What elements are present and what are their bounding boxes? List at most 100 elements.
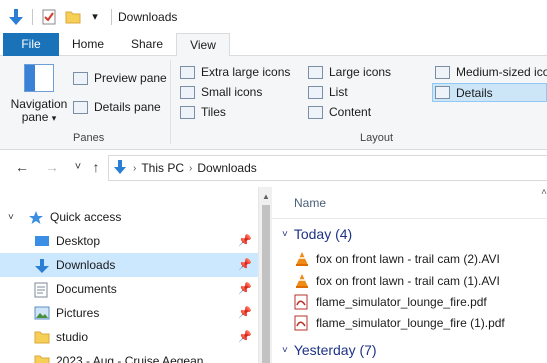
- file-row[interactable]: fox on front lawn - trail cam (2).AVI: [294, 248, 547, 269]
- navigation-pane-label-2: pane: [21, 110, 49, 124]
- group-label-panes: Panes: [73, 132, 105, 144]
- up-icon[interactable]: ↑: [88, 159, 104, 175]
- extra-large-icons-icon: [180, 65, 195, 79]
- nav-label: Documents: [56, 282, 117, 296]
- preview-pane-icon: [73, 71, 88, 85]
- nav-item-studio[interactable]: studio 📌: [0, 325, 258, 349]
- small-icons-icon: [180, 85, 195, 99]
- nav-label: 2023 - Aug - Cruise Aegean: [56, 354, 204, 363]
- chevron-right-icon[interactable]: ›: [133, 163, 136, 174]
- list-icon: [308, 85, 323, 99]
- file-name: flame_simulator_lounge_fire.pdf: [316, 294, 487, 309]
- nav-item-downloads[interactable]: Downloads 📌: [0, 253, 258, 277]
- nav-label-quick-access: Quick access: [50, 210, 122, 224]
- pin-icon[interactable]: 📌: [238, 306, 252, 319]
- nav-item-cruise[interactable]: 2023 - Aug - Cruise Aegean: [0, 349, 258, 363]
- content-button[interactable]: Content: [308, 105, 371, 119]
- tab-file[interactable]: File: [3, 33, 59, 56]
- address-row: ← → ˅ ↑ › This PC › Downloads: [0, 150, 547, 187]
- properties-icon[interactable]: [39, 7, 59, 27]
- address-bar[interactable]: › This PC › Downloads: [108, 155, 547, 181]
- pdf-icon: [294, 294, 310, 310]
- pin-icon[interactable]: 📌: [238, 282, 252, 295]
- window-title: Downloads: [118, 9, 178, 24]
- nav-item-quick-access[interactable]: ˅ Quick access: [0, 205, 258, 229]
- ribbon: Navigation pane ▾ Preview pane Details p…: [0, 56, 547, 150]
- desktop-icon: [34, 234, 50, 248]
- recent-locations-icon[interactable]: ˅: [70, 159, 86, 175]
- details-view-label: Details: [456, 85, 493, 100]
- file-row[interactable]: flame_simulator_lounge_fire.pdf: [294, 291, 547, 312]
- details-pane-label: Details pane: [94, 100, 161, 114]
- vlc-icon: [294, 273, 310, 289]
- column-header-name[interactable]: Name: [294, 196, 326, 210]
- file-name: fox on front lawn - trail cam (2).AVI: [316, 251, 500, 266]
- group-header-today[interactable]: ˅ Today (4): [282, 223, 352, 245]
- file-row[interactable]: fox on front lawn - trail cam (1).AVI: [294, 270, 547, 291]
- title-bar: ▾ Downloads: [0, 0, 547, 33]
- forward-icon[interactable]: →: [44, 159, 60, 175]
- expand-chevron-icon[interactable]: ˅: [8, 212, 20, 223]
- sort-chevron-icon[interactable]: ˄: [541, 187, 547, 198]
- nav-label: Downloads: [56, 258, 116, 272]
- tiles-button[interactable]: Tiles: [180, 105, 226, 119]
- collapse-chevron-icon[interactable]: ˅: [282, 229, 288, 240]
- medium-icons-label: Medium-sized ico: [456, 65, 547, 79]
- nav-item-desktop[interactable]: Desktop 📌: [0, 229, 258, 253]
- content-icon: [308, 105, 323, 119]
- details-view-button[interactable]: Details: [432, 83, 547, 102]
- group-header-yesterday[interactable]: ˅ Yesterday (7): [282, 339, 377, 361]
- preview-pane-button[interactable]: Preview pane: [73, 71, 167, 85]
- large-icons-button[interactable]: Large icons: [308, 65, 391, 79]
- preview-pane-label: Preview pane: [94, 71, 167, 85]
- divider: [32, 8, 33, 25]
- nav-item-documents[interactable]: Documents 📌: [0, 277, 258, 301]
- navigation-pane-button[interactable]: Navigation pane ▾: [8, 62, 70, 125]
- nav-label: Pictures: [56, 306, 100, 320]
- large-icons-label: Large icons: [329, 65, 392, 79]
- group-label: Yesterday (7): [293, 342, 377, 358]
- nav-scrollbar[interactable]: ▲: [258, 187, 272, 363]
- tab-view[interactable]: View: [176, 33, 230, 57]
- breadcrumb-downloads[interactable]: Downloads: [197, 161, 256, 175]
- medium-icons-button[interactable]: Medium-sized ico: [435, 65, 547, 79]
- tab-home[interactable]: Home: [66, 33, 110, 56]
- folder-icon[interactable]: [63, 7, 83, 27]
- group-label: Today (4): [293, 226, 353, 242]
- tiles-label: Tiles: [201, 105, 226, 119]
- details-pane-icon: [73, 100, 88, 114]
- pin-icon[interactable]: 📌: [238, 330, 252, 343]
- pin-icon[interactable]: 📌: [238, 258, 252, 271]
- details-pane-button[interactable]: Details pane: [73, 100, 161, 114]
- details-view-icon: [435, 86, 450, 99]
- vlc-icon: [294, 251, 310, 267]
- list-button[interactable]: List: [308, 85, 348, 99]
- star-icon: [28, 210, 44, 224]
- pin-icon[interactable]: 📌: [238, 234, 252, 247]
- file-name: flame_simulator_lounge_fire (1).pdf: [316, 315, 505, 330]
- pictures-icon: [34, 306, 50, 320]
- medium-icons-icon: [435, 65, 450, 79]
- divider: [111, 8, 112, 25]
- documents-icon: [34, 282, 50, 298]
- scroll-thumb[interactable]: [262, 205, 270, 363]
- chevron-right-icon[interactable]: ›: [189, 163, 192, 174]
- group-label-layout: Layout: [360, 132, 394, 144]
- nav-label: studio: [56, 330, 89, 344]
- nav-label: Desktop: [56, 234, 101, 248]
- small-icons-button[interactable]: Small icons: [180, 85, 262, 99]
- file-list: Name ˄ ˅ Today (4) fox on front lawn - t…: [272, 187, 547, 363]
- scroll-up-icon[interactable]: ▲: [262, 192, 270, 201]
- large-icons-icon: [308, 65, 323, 79]
- file-row[interactable]: flame_simulator_lounge_fire (1).pdf: [294, 312, 547, 333]
- folder-icon: [34, 330, 50, 344]
- down-arrow-icon[interactable]: [6, 7, 26, 27]
- extra-large-icons-button[interactable]: Extra large icons: [180, 65, 290, 79]
- breadcrumb-this-pc[interactable]: This PC: [141, 161, 184, 175]
- collapse-chevron-icon[interactable]: ˅: [282, 345, 288, 356]
- extra-large-icons-label: Extra large icons: [201, 65, 291, 79]
- tab-share[interactable]: Share: [123, 33, 171, 56]
- nav-item-pictures[interactable]: Pictures 📌: [0, 301, 258, 325]
- customize-chevron-icon[interactable]: ▾: [85, 7, 105, 27]
- back-icon[interactable]: ←: [14, 159, 30, 175]
